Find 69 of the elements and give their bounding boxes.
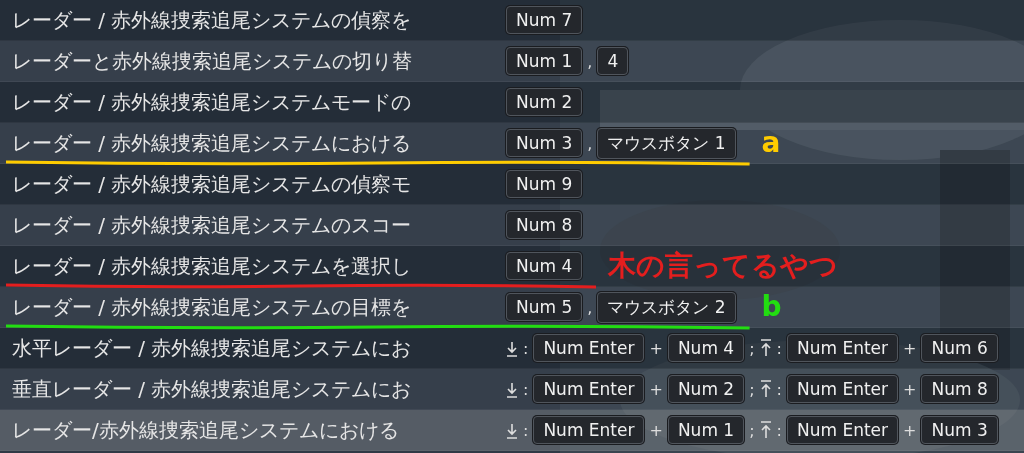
binding-row[interactable]: レーダー / 赤外線捜索追尾システムを選択し Num 4 木の言ってるやつ: [0, 246, 1024, 287]
separator: ;: [748, 338, 756, 358]
separator: ,: [586, 133, 594, 153]
separator: :: [775, 420, 783, 440]
key-chip[interactable]: マウスボタン 1: [597, 127, 736, 159]
separator: +: [902, 420, 918, 440]
key-chip[interactable]: Num 5: [506, 293, 583, 321]
key-chip[interactable]: Num 8: [921, 375, 998, 403]
key-chip[interactable]: Num 7: [506, 6, 583, 34]
binding-row[interactable]: レーダー / 赤外線捜索追尾システムモードの Num 2: [0, 82, 1024, 123]
binding-row[interactable]: レーダー/赤外線捜索追尾システムにおける : Num Enter + Num 1 ; : Num Enter + Num 3: [0, 410, 1024, 451]
separator: +: [902, 379, 918, 399]
binding-row[interactable]: レーダー / 赤外線捜索追尾システムの偵察モ Num 9: [0, 164, 1024, 205]
action-label: 垂直レーダー / 赤外線捜索追尾システムにお: [11, 375, 413, 403]
separator: :: [522, 420, 530, 440]
action-label: レーダー / 赤外線捜索追尾システムの偵察を: [11, 6, 413, 34]
separator: +: [648, 338, 664, 358]
key-chip[interactable]: Num 2: [667, 375, 745, 403]
action-label: レーダー / 赤外線捜索追尾システムを選択し: [11, 252, 413, 280]
key-chip[interactable]: Num Enter: [533, 375, 645, 403]
action-label: レーダー / 赤外線捜索追尾システムにおける: [11, 129, 413, 157]
binding-row[interactable]: レーダー / 赤外線捜索追尾システムの偵察を Num 7: [0, 0, 1024, 41]
key-chip[interactable]: Num 9: [506, 170, 583, 198]
separator: :: [775, 338, 783, 358]
key-chip[interactable]: Num 2: [506, 88, 583, 116]
key-chip[interactable]: Num Enter: [786, 416, 899, 444]
key-chip[interactable]: Num Enter: [533, 416, 645, 444]
separator: +: [902, 338, 918, 358]
key-chip[interactable]: Num 4: [506, 252, 583, 280]
handwritten-note: a: [761, 129, 781, 157]
action-label: レーダー / 赤外線捜索追尾システムモードの: [11, 88, 413, 116]
action-label: レーダー / 赤外線捜索追尾システムの偵察モ: [11, 170, 413, 198]
separator: +: [648, 420, 664, 440]
key-chip[interactable]: 4: [597, 47, 629, 75]
separator: :: [522, 379, 530, 399]
key-chip[interactable]: Num Enter: [786, 334, 899, 362]
key-chip[interactable]: Num 3: [921, 416, 998, 444]
separator: +: [648, 379, 664, 399]
separator: :: [522, 338, 530, 358]
binding-row[interactable]: レーダー / 赤外線捜索追尾システムにおける Num 3 , マウスボタン 1 a: [0, 123, 1024, 164]
up-arrow-icon: [759, 338, 772, 358]
key-chip[interactable]: Num 1: [667, 416, 745, 444]
key-chip[interactable]: Num Enter: [786, 375, 899, 403]
binding-row[interactable]: レーダーと赤外線捜索追尾システムの切り替 Num 1 , 4: [0, 41, 1024, 82]
action-label: レーダーと赤外線捜索追尾システムの切り替: [11, 47, 413, 75]
handwritten-note: b: [761, 293, 782, 321]
action-label: レーダー/赤外線捜索追尾システムにおける: [11, 416, 400, 444]
separator: ;: [748, 420, 756, 440]
key-chip[interactable]: マウスボタン 2: [597, 291, 736, 323]
separator: ;: [748, 379, 756, 399]
separator: :: [775, 379, 783, 399]
binding-row[interactable]: レーダー / 赤外線捜索追尾システムのスコー Num 8: [0, 205, 1024, 246]
up-arrow-icon: [759, 379, 772, 399]
action-label: レーダー / 赤外線捜索追尾システムの目標を: [11, 293, 413, 321]
key-chip[interactable]: Num 1: [506, 47, 583, 75]
key-chip[interactable]: Num 3: [506, 129, 583, 157]
separator: ,: [586, 297, 594, 317]
key-chip[interactable]: Num Enter: [533, 334, 645, 362]
key-chip[interactable]: Num 4: [667, 334, 745, 362]
up-arrow-icon: [759, 420, 772, 440]
action-label: レーダー / 赤外線捜索追尾システムのスコー: [11, 211, 413, 239]
key-chip[interactable]: Num 8: [506, 211, 583, 239]
handwritten-note: 木の言ってるやつ: [608, 252, 839, 280]
key-chip[interactable]: Num 6: [921, 334, 998, 362]
action-label: 水平レーダー / 赤外線捜索追尾システムにお: [11, 334, 413, 362]
binding-row[interactable]: 水平レーダー / 赤外線捜索追尾システムにお : Num Enter + Num 4 ; : Num Enter + Num 6: [0, 328, 1024, 369]
separator: ,: [586, 51, 594, 71]
binding-row[interactable]: 垂直レーダー / 赤外線捜索追尾システムにお : Num Enter + Num 2 ; : Num Enter + Num 8: [0, 369, 1024, 410]
binding-row[interactable]: レーダー / 赤外線捜索追尾システムの目標を Num 5 , マウスボタン 2 b: [0, 287, 1024, 328]
